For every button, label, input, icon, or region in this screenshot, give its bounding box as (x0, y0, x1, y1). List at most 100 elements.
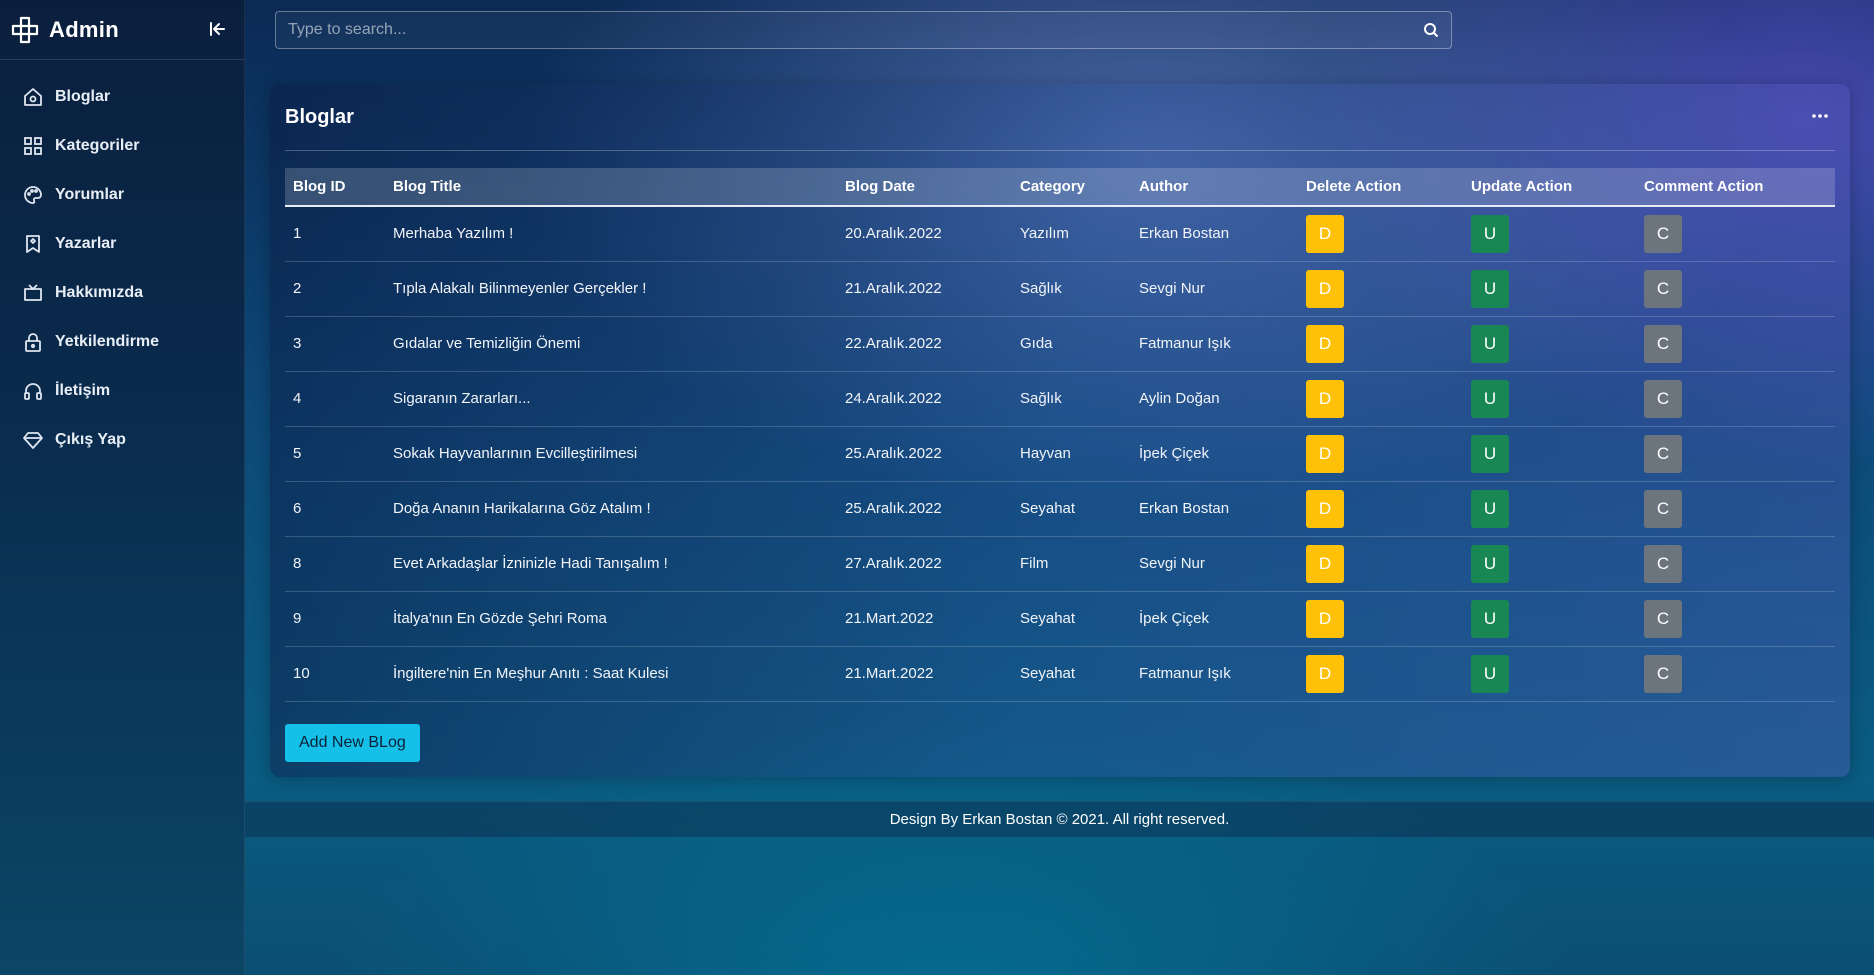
delete-button[interactable]: D (1306, 599, 1344, 638)
comment-button[interactable]: C (1644, 379, 1682, 418)
blog-title: Merhaba Yazılım ! (393, 225, 514, 243)
comment-button[interactable]: C (1644, 214, 1682, 253)
blog-id: 9 (293, 610, 302, 627)
collapse-sidebar-icon[interactable] (206, 18, 228, 40)
blog-date: 21.Mart.2022 (845, 610, 934, 627)
footer-text: Design By Erkan Bostan © 2021. All right… (889, 811, 1230, 828)
sidebar-nav: Bloglar Kategoriler Yorumlar Yazarlar Ha… (0, 60, 244, 464)
delete-button[interactable]: D (1306, 269, 1344, 308)
footer: Design By Erkan Bostan © 2021. All right… (245, 801, 1874, 837)
search-icon[interactable] (1411, 12, 1451, 48)
delete-cell: D (1298, 426, 1463, 481)
column-header[interactable]: Author (1131, 168, 1298, 206)
update-button[interactable]: U (1471, 544, 1509, 583)
delete-button[interactable]: D (1306, 489, 1344, 528)
card-title: Bloglar (285, 106, 354, 128)
comment-cell: C (1636, 481, 1835, 536)
update-button[interactable]: U (1471, 654, 1509, 693)
sidebar-item-yetkilendirme[interactable]: Yetkilendirme (0, 317, 244, 366)
delete-button[interactable]: D (1306, 379, 1344, 418)
update-button[interactable]: U (1471, 434, 1509, 473)
update-cell: U (1463, 536, 1636, 591)
update-cell: U (1463, 591, 1636, 646)
comment-cell: C (1636, 261, 1835, 316)
delete-button[interactable]: D (1306, 434, 1344, 473)
comment-button[interactable]: C (1644, 654, 1682, 693)
comment-button[interactable]: C (1644, 269, 1682, 308)
table-header-row: Blog ID Blog Title Blog Date Category Au… (285, 168, 1835, 206)
table-row: 2 Tıpla Alakalı Bilinmeyenler Gerçekler … (285, 261, 1835, 316)
update-cell: U (1463, 261, 1636, 316)
comment-button[interactable]: C (1644, 599, 1682, 638)
sidebar-item-label: Hakkımızda (55, 283, 144, 301)
blog-title: Sigaranın Zararları... (393, 390, 531, 407)
blog-author: Fatmanur Işık (1139, 665, 1231, 682)
column-header[interactable]: Blog Date (837, 168, 1012, 206)
sidebar: Admin Bloglar Kategoriler Yorumlar Yazar… (0, 0, 245, 975)
sidebar-item-label: Bloglar (55, 87, 111, 105)
home-icon (21, 85, 45, 109)
sidebar-item-bloglar[interactable]: Bloglar (0, 72, 244, 121)
blog-category: Gıda (1020, 335, 1053, 352)
sidebar-item-kategoriler[interactable]: Kategoriler (0, 121, 244, 170)
search-box (275, 11, 1452, 49)
logo-icon[interactable] (10, 15, 40, 45)
blog-id: 6 (293, 500, 302, 517)
column-header[interactable]: Category (1012, 168, 1131, 206)
comment-cell: C (1636, 536, 1835, 591)
sidebar-item-label: Kategoriler (55, 136, 140, 154)
column-header[interactable]: Delete Action (1298, 168, 1463, 206)
sidebar-item-label: İletişim (55, 381, 111, 399)
update-button[interactable]: U (1471, 379, 1509, 418)
comment-button[interactable]: C (1644, 489, 1682, 528)
delete-cell: D (1298, 261, 1463, 316)
sidebar-item-cikis-yap[interactable]: Çıkış Yap (0, 415, 244, 464)
blog-title: İtalya'nın En Gözde Şehri Roma (393, 610, 607, 627)
sidebar-item-yazarlar[interactable]: Yazarlar (0, 219, 244, 268)
update-button[interactable]: U (1471, 269, 1509, 308)
column-header[interactable]: Update Action (1463, 168, 1636, 206)
blog-date: 25.Aralık.2022 (845, 500, 942, 517)
delete-button[interactable]: D (1306, 324, 1344, 363)
search-input[interactable] (276, 12, 1411, 48)
blog-id: 2 (293, 280, 302, 297)
more-options-icon[interactable] (1808, 104, 1832, 128)
delete-button[interactable]: D (1306, 654, 1344, 693)
update-button[interactable]: U (1471, 324, 1509, 363)
sidebar-item-hakkimizda[interactable]: Hakkımızda (0, 268, 244, 317)
update-button[interactable]: U (1471, 599, 1509, 638)
blog-date: 21.Mart.2022 (845, 665, 934, 682)
update-button[interactable]: U (1471, 214, 1509, 253)
table-row: 6 Doğa Ananın Harikalarına Göz Atalım ! … (285, 481, 1835, 536)
headphones-icon (21, 379, 45, 403)
blog-category: Yazılım (1020, 225, 1069, 243)
comment-button[interactable]: C (1644, 324, 1682, 363)
blog-date: 22.Aralık.2022 (845, 335, 942, 352)
blog-author: Aylin Doğan (1139, 390, 1220, 407)
table-row: 8 Evet Arkadaşlar İzninizle Hadi Tanışal… (285, 536, 1835, 591)
update-button[interactable]: U (1471, 489, 1509, 528)
column-header[interactable]: Blog Title (385, 168, 837, 206)
table-row: 10 İngiltere'nin En Meşhur Anıtı : Saat … (285, 646, 1835, 701)
blog-title: Doğa Ananın Harikalarına Göz Atalım ! (393, 500, 651, 517)
blog-id: 5 (293, 445, 302, 462)
sidebar-item-yorumlar[interactable]: Yorumlar (0, 170, 244, 219)
column-header[interactable]: Blog ID (285, 168, 385, 206)
table-row: 5 Sokak Hayvanlarının Evcilleştirilmesi … (285, 426, 1835, 481)
comment-button[interactable]: C (1644, 434, 1682, 473)
blog-id: 3 (293, 335, 302, 352)
sidebar-item-label: Yetkilendirme (55, 332, 160, 350)
comment-button[interactable]: C (1644, 544, 1682, 583)
sidebar-item-iletisim[interactable]: İletişim (0, 366, 244, 415)
blog-title: Sokak Hayvanlarının Evcilleştirilmesi (393, 445, 638, 462)
delete-button[interactable]: D (1306, 214, 1344, 253)
delete-cell: D (1298, 481, 1463, 536)
update-cell: U (1463, 481, 1636, 536)
delete-button[interactable]: D (1306, 544, 1344, 583)
blog-author: İpek Çiçek (1139, 610, 1210, 627)
column-header[interactable]: Comment Action (1636, 168, 1835, 206)
comment-cell: C (1636, 426, 1835, 481)
blog-category: Seyahat (1020, 665, 1076, 682)
add-new-blog-button[interactable]: Add New BLog (285, 724, 420, 762)
blog-title: Gıdalar ve Temizliğin Önemi (393, 335, 581, 352)
